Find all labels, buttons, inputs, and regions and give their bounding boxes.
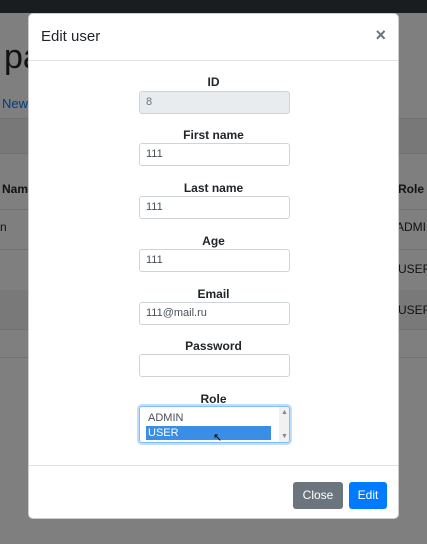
age-field[interactable]: 111 [139, 249, 290, 272]
email-label: Email [197, 287, 230, 301]
close-button[interactable]: Close [293, 482, 343, 509]
role-option-user[interactable]: USER [146, 426, 271, 440]
password-field[interactable] [139, 354, 290, 377]
modal-footer: Close Edit [29, 465, 398, 520]
last-name-label: Last name [183, 181, 244, 195]
scroll-down-icon[interactable]: ▼ [281, 433, 288, 440]
select-scrollbar[interactable]: ▲ ▼ [279, 407, 289, 442]
scroll-up-icon[interactable]: ▲ [281, 409, 288, 416]
first-name-field[interactable]: 111 [139, 143, 290, 166]
mouse-cursor-icon: ↖ [213, 432, 223, 444]
id-field: 8 [139, 91, 290, 114]
edit-user-modal: Edit user × ID 8 First name 111 Last nam… [28, 13, 399, 519]
edit-button[interactable]: Edit [349, 482, 387, 509]
first-name-label: First name [183, 128, 244, 142]
age-label: Age [202, 234, 225, 248]
password-label: Password [185, 339, 242, 353]
close-icon[interactable]: × [375, 26, 386, 44]
modal-header: Edit user × [29, 14, 398, 61]
id-label: ID [207, 75, 220, 89]
modal-title: Edit user [41, 28, 101, 45]
role-option-admin[interactable]: ADMIN [146, 411, 271, 425]
last-name-field[interactable]: 111 [139, 196, 290, 219]
email-field[interactable]: 111@mail.ru [139, 302, 290, 325]
role-label: Role [200, 392, 227, 406]
